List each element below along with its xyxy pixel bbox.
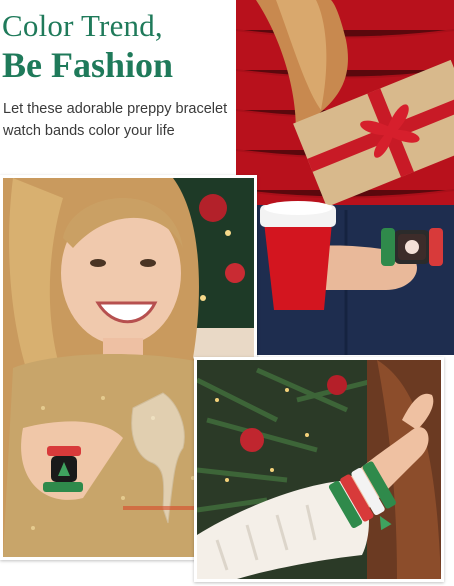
headline: Color Trend, Be Fashion [2,8,173,86]
headline-line-2: Be Fashion [2,45,174,85]
holiday-gift-photo [236,0,454,355]
headline-line-1: Color Trend, [2,8,163,43]
wrist-tree-photo [194,357,444,582]
tagline: Let these adorable preppy bracelet watch… [3,101,228,139]
